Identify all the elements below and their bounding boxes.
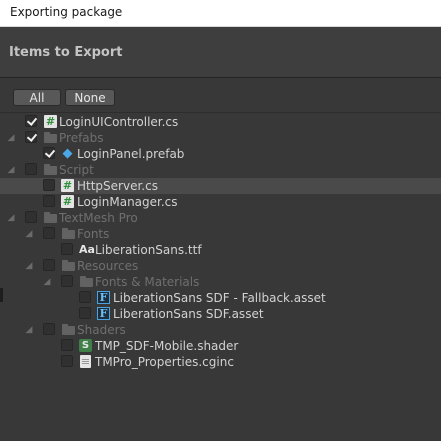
- select-none-button[interactable]: None: [65, 89, 115, 106]
- include-checkbox[interactable]: [25, 131, 37, 143]
- tree-row-loginuicontroller[interactable]: # LoginUIController.cs: [0, 114, 441, 130]
- tree-row-label: Prefabs: [59, 131, 104, 145]
- expand-arrow-icon[interactable]: ◢: [41, 274, 53, 290]
- tree-row-label: HttpServer.cs: [77, 179, 158, 193]
- include-checkbox[interactable]: [43, 147, 55, 159]
- text-document-icon: [80, 355, 91, 368]
- tree-row-label: Script: [59, 163, 94, 177]
- include-checkbox[interactable]: [43, 227, 55, 239]
- tree-row-textmeshpro[interactable]: ◢ TextMesh Pro: [0, 210, 441, 226]
- tree-row-label: TMP_SDF-Mobile.shader: [95, 339, 239, 353]
- tree-row-prefabs[interactable]: ◢ Prefabs: [0, 130, 441, 146]
- folder-icon: [62, 260, 75, 271]
- select-all-button[interactable]: All: [13, 89, 61, 106]
- items-to-export-heading: Items to Export: [9, 45, 123, 60]
- tree-row-label: LiberationSans SDF.asset: [113, 307, 264, 321]
- prefab-cube-icon: ◆: [62, 146, 73, 161]
- include-checkbox[interactable]: [61, 339, 73, 351]
- tree-row-label: LoginUIController.cs: [59, 115, 179, 129]
- shader-icon: S: [79, 339, 92, 352]
- tree-row-tmpro-properties[interactable]: TMPro_Properties.cginc: [0, 354, 441, 370]
- sdf-font-asset-icon: F: [97, 291, 110, 304]
- expand-arrow-icon[interactable]: ◢: [5, 130, 17, 146]
- tree-row-loginpanel[interactable]: ◆ LoginPanel.prefab: [0, 146, 441, 162]
- folder-icon: [44, 164, 57, 175]
- tree-row-sdf-fallback[interactable]: F LiberationSans SDF - Fallback.asset: [0, 290, 441, 306]
- tree-row-shaders[interactable]: ◢ Shaders: [0, 322, 441, 338]
- include-checkbox[interactable]: [61, 275, 73, 287]
- csharp-script-icon: #: [61, 179, 74, 192]
- include-checkbox[interactable]: [79, 291, 91, 303]
- expand-arrow-icon[interactable]: ◢: [5, 162, 17, 178]
- tree-row-label: Fonts: [77, 227, 110, 241]
- window-title: Exporting package: [10, 5, 123, 19]
- csharp-script-icon: #: [61, 195, 74, 208]
- tree-row-sdf-asset[interactable]: F LiberationSans SDF.asset: [0, 306, 441, 322]
- csharp-script-icon: #: [44, 115, 57, 128]
- tree-row-label: TextMesh Pro: [59, 211, 138, 225]
- tree-row-httpserver[interactable]: # HttpServer.cs: [0, 178, 441, 194]
- tree-row-label: TMPro_Properties.cginc: [95, 355, 234, 369]
- folder-icon: [62, 228, 75, 239]
- include-checkbox[interactable]: [25, 211, 37, 223]
- expand-arrow-icon[interactable]: ◢: [23, 322, 35, 338]
- include-checkbox[interactable]: [43, 259, 55, 271]
- tree-row-loginmanager[interactable]: # LoginManager.cs: [0, 194, 441, 210]
- tree-row-fonts[interactable]: ◢ Fonts: [0, 226, 441, 242]
- export-header: Items to Export: [0, 27, 441, 78]
- tree-row-script[interactable]: ◢ Script: [0, 162, 441, 178]
- include-checkbox[interactable]: [43, 179, 55, 191]
- tree-row-resources[interactable]: ◢ Resources: [0, 258, 441, 274]
- tree-row-label: Resources: [77, 259, 139, 273]
- tree-row-fonts-materials[interactable]: ◢ Fonts & Materials: [0, 274, 441, 290]
- expand-arrow-icon[interactable]: ◢: [23, 258, 35, 274]
- folder-icon: [80, 276, 93, 287]
- expand-arrow-icon[interactable]: ◢: [5, 210, 17, 226]
- sdf-font-asset-icon: F: [97, 307, 110, 320]
- folder-icon: [44, 212, 57, 223]
- tree-row-label: LiberationSans SDF - Fallback.asset: [113, 291, 326, 305]
- include-checkbox[interactable]: [79, 307, 91, 319]
- tree-row-label: LoginPanel.prefab: [77, 147, 185, 161]
- folder-icon: [44, 132, 57, 143]
- divider: [0, 112, 441, 113]
- include-checkbox[interactable]: [25, 163, 37, 175]
- tree-row-label: LiberationSans.ttf: [95, 243, 202, 257]
- include-checkbox[interactable]: [61, 355, 73, 367]
- folder-icon: [62, 324, 75, 335]
- expand-arrow-icon[interactable]: ◢: [23, 226, 35, 242]
- tree-row-label: Shaders: [77, 323, 126, 337]
- include-checkbox[interactable]: [25, 115, 37, 127]
- include-checkbox[interactable]: [43, 195, 55, 207]
- tree-row-label: LoginManager.cs: [77, 195, 178, 209]
- include-checkbox[interactable]: [61, 243, 73, 255]
- tree-row-label: Fonts & Materials: [95, 275, 200, 289]
- include-checkbox[interactable]: [43, 323, 55, 335]
- window-titlebar: Exporting package: [0, 0, 441, 27]
- tree-row-liberationsans-ttf[interactable]: Aa LiberationSans.ttf: [0, 242, 441, 258]
- tree-row-tmp-sdf-mobile[interactable]: S TMP_SDF-Mobile.shader: [0, 338, 441, 354]
- font-file-icon: Aa: [79, 243, 95, 256]
